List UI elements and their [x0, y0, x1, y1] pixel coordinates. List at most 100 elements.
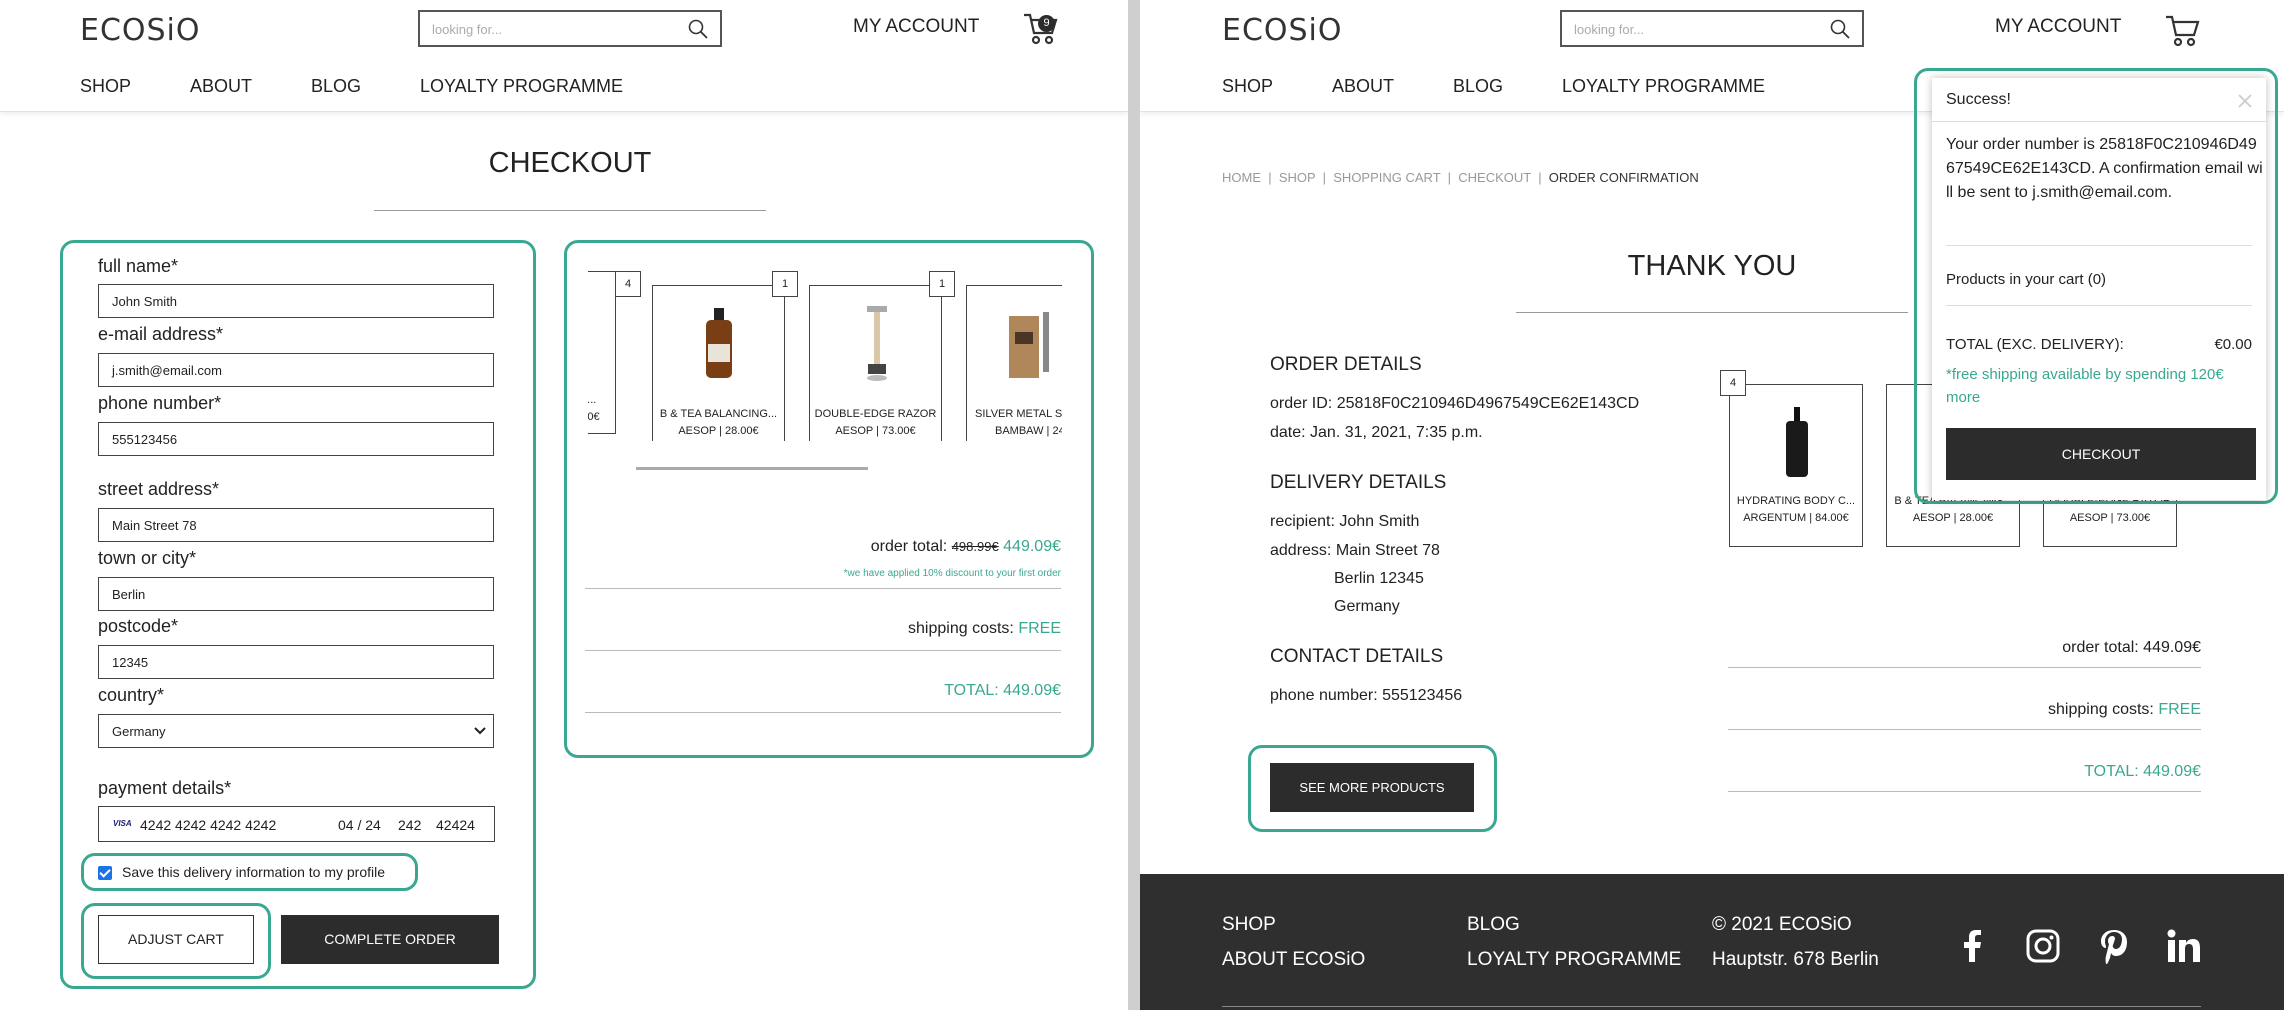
- popup-total-label: TOTAL (EXC. DELIVERY):: [1946, 336, 2124, 353]
- product-name: HYDRATING BODY C...: [1736, 495, 1856, 507]
- street-field[interactable]: Main Street 78: [98, 508, 494, 542]
- site-logo[interactable]: ECOSiO: [80, 13, 201, 48]
- cart-button[interactable]: 9: [1022, 8, 1066, 52]
- search-placeholder: looking for...: [432, 22, 503, 37]
- search-input[interactable]: looking for...: [418, 10, 722, 47]
- cart-item-name: DOUBLE-EDGE RAZOR: [814, 408, 937, 420]
- card-number: 4242 4242 4242 4242: [140, 817, 277, 833]
- card-zip: 42424: [436, 817, 475, 833]
- nav-about[interactable]: ABOUT: [1332, 76, 1394, 97]
- chevron-down-icon: [474, 727, 486, 735]
- product-sub: AESOP | 73.00€: [2069, 512, 2151, 524]
- order-total: order total: 449.09€: [2062, 639, 2201, 656]
- breadcrumb-cart[interactable]: SHOPPING CART: [1333, 170, 1440, 185]
- delivery-details-heading: DELIVERY DETAILS: [1270, 472, 1447, 493]
- shipping-value: FREE: [2158, 701, 2201, 718]
- nav-blog[interactable]: BLOG: [311, 76, 361, 97]
- payment-label: payment details*: [98, 778, 232, 798]
- postcode-label: postcode*: [98, 616, 179, 636]
- save-info-label[interactable]: Save this delivery information to my pro…: [122, 864, 385, 880]
- facebook-icon[interactable]: [1955, 928, 1991, 964]
- my-account-link[interactable]: MY ACCOUNT: [853, 16, 979, 38]
- nav-about[interactable]: ABOUT: [190, 76, 252, 97]
- cart-item-name: B & TEA BALANCING...: [659, 408, 778, 420]
- popup-cart-count: Products in your cart (0): [1946, 271, 2107, 288]
- cart-icon[interactable]: [2164, 12, 2200, 48]
- full-name-label: full name*: [98, 256, 179, 276]
- cart-summary: Y C... .4.00€ B & TEA BALANCING... AESOP…: [564, 240, 1094, 758]
- title-underline: [374, 210, 766, 211]
- popup-title: Success!: [1946, 91, 2011, 108]
- order-total-old: 498.99€: [951, 539, 999, 554]
- close-icon[interactable]: [2238, 94, 2252, 108]
- nav-loyalty-programme[interactable]: LOYALTY PROGRAMME: [1562, 76, 1765, 97]
- popup-message: Your order number is 25818F0C210946D4967…: [1946, 136, 2263, 201]
- full-name-field[interactable]: John Smith: [98, 284, 494, 318]
- complete-order-button[interactable]: COMPLETE ORDER: [281, 915, 499, 964]
- popup-free-shipping: *free shipping available by spending 120…: [1946, 366, 2224, 406]
- shipping-costs: shipping costs: FREE: [2048, 701, 2201, 719]
- breadcrumb-shop[interactable]: SHOP: [1279, 170, 1316, 185]
- product-sub: AESOP | 28.00€: [1912, 512, 1994, 524]
- divider: [1728, 667, 2201, 668]
- cart-item[interactable]: B & TEA BALANCING... AESOP | 28.00€: [652, 285, 785, 441]
- order-details-heading: ORDER DETAILS: [1270, 354, 1422, 375]
- search-icon[interactable]: [688, 19, 708, 39]
- product-card[interactable]: HYDRATING BODY C... ARGENTUM | 84.00€: [1729, 384, 1863, 547]
- footer-shop-link[interactable]: SHOP: [1222, 914, 1276, 936]
- order-total-new: 449.09€: [1003, 538, 1061, 555]
- footer-address: Hauptstr. 678 Berlin: [1712, 949, 1879, 970]
- cart-item[interactable]: DOUBLE-EDGE RAZOR AESOP | 73.00€: [809, 285, 942, 441]
- site-footer: SHOP ABOUT ECOSiO BLOG LOYALTY PROGRAMME…: [1140, 874, 2284, 1010]
- email-field[interactable]: j.smith@email.com: [98, 353, 494, 387]
- page-title: CHECKOUT: [488, 147, 652, 179]
- divider: [585, 650, 1061, 651]
- address-line1: address: Main Street 78: [1270, 542, 1440, 559]
- nav-loyalty-programme[interactable]: LOYALTY PROGRAMME: [420, 76, 623, 97]
- amber-bottle-icon: [706, 308, 732, 378]
- footer-blog-link[interactable]: BLOG: [1467, 914, 1520, 936]
- my-account-link[interactable]: MY ACCOUNT: [1995, 16, 2121, 38]
- pinterest-icon[interactable]: [2096, 928, 2132, 964]
- linkedin-icon[interactable]: [2165, 928, 2201, 964]
- shipping-costs: shipping costs: FREE: [908, 620, 1061, 638]
- search-icon[interactable]: [1830, 19, 1850, 39]
- postcode-field[interactable]: 12345: [98, 645, 494, 679]
- quantity-badge: 4: [615, 271, 641, 297]
- cart-item-sub: BAMBAW | 24.: [995, 425, 1062, 437]
- town-label: town or city*: [98, 548, 197, 568]
- popup-checkout-button[interactable]: CHECKOUT: [1946, 428, 2256, 480]
- breadcrumb-checkout[interactable]: CHECKOUT: [1458, 170, 1531, 185]
- country-select[interactable]: Germany: [98, 714, 494, 748]
- address-line3: Germany: [1334, 598, 1400, 615]
- footer-about-link[interactable]: ABOUT ECOSiO: [1222, 949, 1365, 971]
- nav-shop[interactable]: SHOP: [80, 76, 131, 97]
- adjust-cart-button[interactable]: ADJUST CART: [98, 915, 254, 964]
- footer-loyalty-link[interactable]: LOYALTY PROGRAMME: [1467, 949, 1681, 971]
- cart-item[interactable]: Y C... .4.00€: [588, 271, 616, 434]
- shipping-label: shipping costs:: [2048, 701, 2154, 718]
- divider: [1946, 245, 2252, 246]
- divider: [585, 588, 1061, 589]
- instagram-icon[interactable]: [2025, 928, 2061, 964]
- phone-field[interactable]: 555123456: [98, 422, 494, 456]
- cart-item[interactable]: SILVER METAL S BAMBAW | 24.: [966, 285, 1062, 441]
- card-input[interactable]: VISA 4242 4242 4242 4242 04 / 24 242 424…: [98, 806, 495, 842]
- cart-item-sub: AESOP | 28.00€: [678, 425, 759, 437]
- save-info-checkbox[interactable]: [98, 866, 112, 880]
- see-more-products-button[interactable]: SEE MORE PRODUCTS: [1270, 763, 1474, 812]
- success-popup: Success! Your order number is 25818F0C21…: [1932, 78, 2266, 500]
- razor-icon: [867, 306, 887, 381]
- nav-blog[interactable]: BLOG: [1453, 76, 1503, 97]
- cart-carousel[interactable]: Y C... .4.00€ B & TEA BALANCING... AESOP…: [588, 271, 1062, 441]
- quantity-badge: 1: [772, 271, 798, 297]
- breadcrumb-home[interactable]: HOME: [1222, 170, 1261, 185]
- popup-total-value: €0.00: [2214, 336, 2252, 353]
- nav-shop[interactable]: SHOP: [1222, 76, 1273, 97]
- order-id: order ID: 25818F0C210946D4967549CE62E143…: [1270, 395, 1640, 412]
- site-logo[interactable]: ECOSiO: [1222, 13, 1343, 48]
- carousel-scrollbar[interactable]: [636, 467, 868, 470]
- town-field[interactable]: Berlin: [98, 577, 494, 611]
- breadcrumb: HOME | SHOP | SHOPPING CART | CHECKOUT |…: [1222, 170, 1699, 185]
- search-input[interactable]: looking for...: [1560, 10, 1864, 47]
